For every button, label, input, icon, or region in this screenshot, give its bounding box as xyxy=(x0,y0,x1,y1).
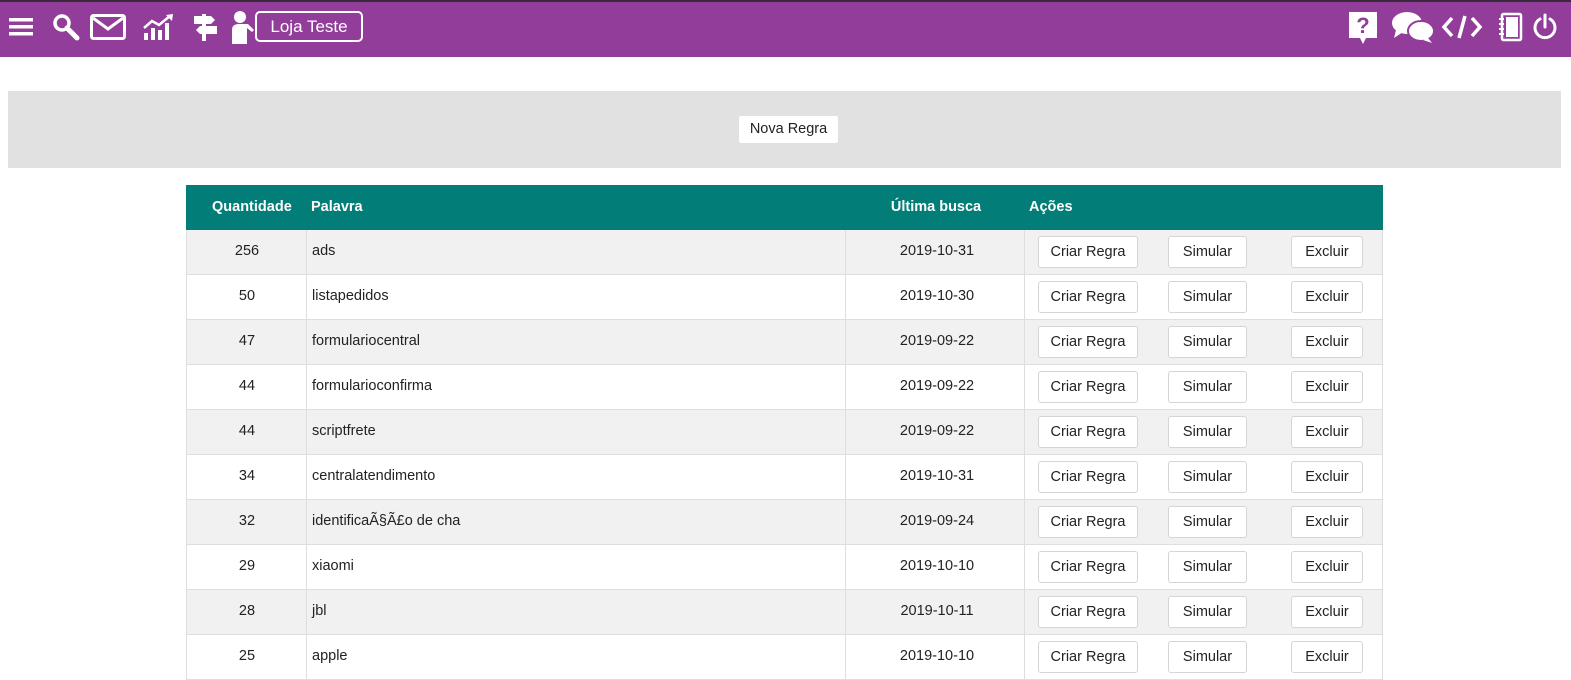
quantity-cell: 25 xyxy=(238,648,256,664)
quantity-cell: 44 xyxy=(238,378,256,394)
word-cell: jbl xyxy=(312,603,327,619)
simulate-button[interactable]: Simular xyxy=(1168,371,1247,403)
simulate-button[interactable]: Simular xyxy=(1168,236,1247,268)
delete-button[interactable]: Excluir xyxy=(1291,326,1363,358)
table-row: 44 formularioconfirma 2019-09-22 Criar Regr… xyxy=(186,365,1383,410)
table-row: 47 formulariocentral 2019-09-22 Criar Regra… xyxy=(186,320,1383,365)
new-rule-button[interactable]: Nova Regra xyxy=(738,115,839,144)
last-search-cell: 2019-10-11 xyxy=(900,603,974,619)
last-search-cell: 2019-10-10 xyxy=(899,558,975,574)
column-header-actions: Ações xyxy=(1029,199,1073,215)
delete-button[interactable]: Excluir xyxy=(1291,641,1363,673)
create-rule-button[interactable]: Criar Regra xyxy=(1038,596,1138,628)
delete-button[interactable]: Excluir xyxy=(1291,416,1363,448)
simulate-button[interactable]: Simular xyxy=(1168,461,1247,493)
word-cell: centralatendimento xyxy=(312,468,436,484)
simulate-button[interactable]: Simular xyxy=(1168,416,1247,448)
code-icon[interactable] xyxy=(1440,10,1484,44)
simulate-button[interactable]: Simular xyxy=(1168,641,1247,673)
last-search-cell: 2019-09-22 xyxy=(899,423,975,439)
table-body: 256 ads 2019-10-31 Criar Regra Simular Exclui… xyxy=(186,230,1383,680)
create-rule-button[interactable]: Criar Regra xyxy=(1038,236,1138,268)
table-header: Quantidade Palavra Última busca Ações xyxy=(186,185,1383,230)
simulate-button[interactable]: Simular xyxy=(1168,506,1247,538)
table-row: 25 apple 2019-10-10 Criar Regra Simular Exclu… xyxy=(186,635,1383,680)
table-row: 28 jbl 2019-10-11 Criar Regra Simular Excluir xyxy=(186,590,1383,635)
delete-button[interactable]: Excluir xyxy=(1291,281,1363,313)
simulate-button[interactable]: Simular xyxy=(1168,551,1247,583)
quantity-cell: 44 xyxy=(238,423,256,439)
quantity-cell: 50 xyxy=(238,288,256,304)
table-row: 34 centralatendimento 2019-10-31 Criar Regr… xyxy=(186,455,1383,500)
table-row: 29 xiaomi 2019-10-10 Criar Regra Simular Excl… xyxy=(186,545,1383,590)
signpost-icon[interactable] xyxy=(190,10,220,44)
last-search-cell: 2019-09-24 xyxy=(899,513,975,529)
delete-button[interactable]: Excluir xyxy=(1291,596,1363,628)
quantity-cell: 34 xyxy=(238,468,256,484)
table-row: 50 listapedidos 2019-10-30 Criar Regra Simul… xyxy=(186,275,1383,320)
column-header-word: Palavra xyxy=(311,199,363,215)
column-header-last-search: Última busca xyxy=(890,199,982,215)
create-rule-button[interactable]: Criar Regra xyxy=(1038,551,1138,583)
last-search-cell: 2019-09-22 xyxy=(899,378,975,394)
quantity-cell: 29 xyxy=(238,558,256,574)
delete-button[interactable]: Excluir xyxy=(1291,551,1363,583)
mail-icon[interactable] xyxy=(89,10,127,44)
delete-button[interactable]: Excluir xyxy=(1291,236,1363,268)
word-cell: xiaomi xyxy=(312,558,354,574)
delete-button[interactable]: Excluir xyxy=(1291,371,1363,403)
toolbar-band: Nova Regra xyxy=(8,91,1561,168)
store-name-button[interactable]: Loja Teste xyxy=(255,11,363,42)
create-rule-button[interactable]: Criar Regra xyxy=(1038,461,1138,493)
search-icon[interactable] xyxy=(51,10,81,44)
create-rule-button[interactable]: Criar Regra xyxy=(1038,281,1138,313)
svg-text:?: ? xyxy=(1356,13,1369,38)
quantity-cell: 32 xyxy=(238,513,256,529)
table-row: 32 identificaÃ§Ã£o de cha 2019-09-24 Criar … xyxy=(186,500,1383,545)
delete-button[interactable]: Excluir xyxy=(1291,506,1363,538)
chat-icon[interactable] xyxy=(1390,10,1436,44)
last-search-cell: 2019-09-22 xyxy=(899,333,975,349)
word-cell: apple xyxy=(312,648,348,664)
quantity-cell: 47 xyxy=(238,333,256,349)
quantity-cell: 28 xyxy=(238,603,256,619)
simulate-button[interactable]: Simular xyxy=(1168,326,1247,358)
create-rule-button[interactable]: Criar Regra xyxy=(1038,641,1138,673)
create-rule-button[interactable]: Criar Regra xyxy=(1038,326,1138,358)
last-search-cell: 2019-10-30 xyxy=(899,288,975,304)
word-cell: identificaÃ§Ã£o de cha xyxy=(312,513,461,529)
simulate-button[interactable]: Simular xyxy=(1168,596,1247,628)
word-cell: scriptfrete xyxy=(312,423,376,439)
last-search-cell: 2019-10-31 xyxy=(899,468,975,484)
word-cell: listapedidos xyxy=(312,288,389,304)
help-icon[interactable]: ? xyxy=(1346,11,1380,45)
word-cell: ads xyxy=(312,243,336,259)
last-search-cell: 2019-10-31 xyxy=(899,243,975,259)
delete-button[interactable]: Excluir xyxy=(1291,461,1363,493)
word-cell: formularioconfirma xyxy=(312,378,433,394)
quantity-cell: 256 xyxy=(234,243,260,259)
power-icon[interactable] xyxy=(1531,10,1559,44)
create-rule-button[interactable]: Criar Regra xyxy=(1038,371,1138,403)
table-row: 44 scriptfrete 2019-09-22 Criar Regra Simula… xyxy=(186,410,1383,455)
word-cell: formulariocentral xyxy=(312,333,420,349)
simulate-button[interactable]: Simular xyxy=(1168,281,1247,313)
menu-icon[interactable] xyxy=(8,10,34,44)
last-search-cell: 2019-10-10 xyxy=(899,648,975,664)
notebook-icon[interactable] xyxy=(1496,10,1524,44)
column-header-quantity: Quantidade xyxy=(212,199,292,215)
create-rule-button[interactable]: Criar Regra xyxy=(1038,506,1138,538)
chart-icon[interactable] xyxy=(141,10,175,44)
user-presenter-icon[interactable] xyxy=(230,10,256,44)
top-navigation-bar: Loja Teste ? xyxy=(0,0,1571,57)
search-words-table: Quantidade Palavra Última busca Ações 25… xyxy=(186,185,1383,680)
create-rule-button[interactable]: Criar Regra xyxy=(1038,416,1138,448)
table-row: 256 ads 2019-10-31 Criar Regra Simular Exclui… xyxy=(186,230,1383,275)
